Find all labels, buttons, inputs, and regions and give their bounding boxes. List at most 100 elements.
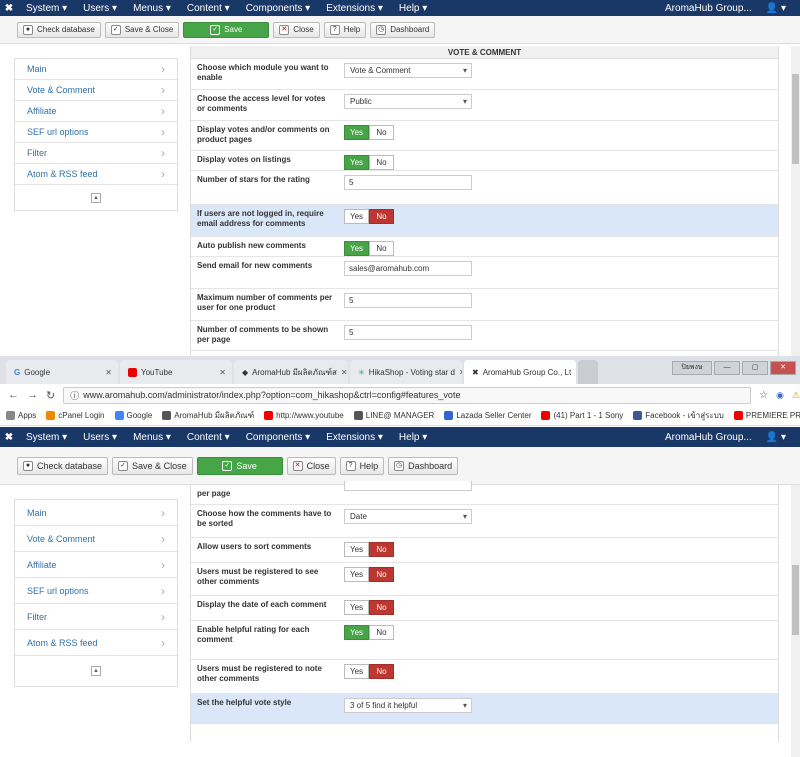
cut-off-input[interactable] bbox=[344, 481, 472, 491]
menu-help[interactable]: Help ▾ bbox=[391, 3, 435, 14]
no-option[interactable]: No bbox=[369, 664, 394, 679]
setting-input[interactable]: sales@aromahub.com bbox=[344, 261, 472, 276]
save-button[interactable]: ✓ Save bbox=[196, 456, 283, 475]
browser-tab-google[interactable]: G Google ✕ bbox=[6, 360, 118, 384]
setting-select[interactable]: Vote & Comment bbox=[344, 63, 472, 78]
no-option[interactable]: No bbox=[369, 125, 394, 140]
yes-option[interactable]: Yes bbox=[344, 155, 369, 170]
sidebar-item-sef-url-options[interactable]: SEF url options bbox=[15, 578, 177, 604]
bookmark-item[interactable]: Lazada Seller Center bbox=[444, 411, 531, 420]
sidebar-item-main[interactable]: Main bbox=[15, 500, 177, 526]
bookmark-item[interactable]: Apps bbox=[6, 411, 36, 420]
bookmark-item[interactable]: Facebook - เข้าสู่ระบบ bbox=[633, 409, 724, 422]
bookmark-item[interactable]: LINE@ MANAGER bbox=[353, 411, 434, 420]
no-option[interactable]: No bbox=[369, 600, 394, 615]
no-option[interactable]: No bbox=[369, 542, 394, 557]
menu-system[interactable]: System ▾ bbox=[18, 432, 75, 443]
menu-help[interactable]: Help ▾ bbox=[391, 432, 435, 443]
sidebar-item-filter[interactable]: Filter bbox=[15, 604, 177, 630]
sidebar-item-sef-url-options[interactable]: SEF url options bbox=[15, 122, 177, 143]
check-database-button[interactable]: ● Check database bbox=[17, 456, 109, 475]
reload-icon[interactable]: ↻ bbox=[46, 389, 55, 402]
menu-content[interactable]: Content ▾ bbox=[179, 432, 238, 443]
menu-content[interactable]: Content ▾ bbox=[179, 3, 238, 14]
setting-input[interactable]: 5 bbox=[344, 293, 472, 308]
bookmark-item[interactable]: Google bbox=[114, 411, 152, 420]
close-tab-icon[interactable]: ✕ bbox=[219, 368, 232, 377]
collapse-up-icon[interactable]: ▲ bbox=[91, 192, 101, 203]
menu-system[interactable]: System ▾ bbox=[18, 3, 75, 14]
sidebar-item-vote-comment[interactable]: Vote & Comment bbox=[15, 80, 177, 101]
no-option[interactable]: No bbox=[369, 209, 394, 224]
close-tab-icon[interactable]: ✕ bbox=[459, 368, 462, 377]
window-close-icon[interactable]: ✕ bbox=[770, 361, 796, 375]
help-button[interactable]: ? Help bbox=[339, 456, 385, 475]
back-icon[interactable]: ← bbox=[8, 389, 19, 401]
new-tab-button[interactable] bbox=[578, 360, 598, 384]
setting-select[interactable]: 3 of 5 find it helpful bbox=[344, 698, 472, 713]
setting-input[interactable]: 5 bbox=[344, 325, 472, 340]
joomla-logo-icon[interactable]: ✖ bbox=[0, 432, 18, 443]
menu-users[interactable]: Users ▾ bbox=[75, 432, 125, 443]
sidebar-collapse[interactable]: ▲ bbox=[15, 656, 177, 686]
menu-menus[interactable]: Menus ▾ bbox=[125, 432, 179, 443]
menu-extensions[interactable]: Extensions ▾ bbox=[318, 3, 391, 14]
browser-tab-youtube[interactable]: YouTube ✕ bbox=[120, 360, 232, 384]
address-bar[interactable]: ⓘ www.aromahub.com/administrator/index.ph… bbox=[63, 386, 752, 404]
sidebar-item-affiliate[interactable]: Affiliate bbox=[15, 552, 177, 578]
help-button[interactable]: ? Help bbox=[323, 21, 367, 38]
browser-tab-aromahub-admin[interactable]: ✖AromaHub Group Co., Lt✕ bbox=[464, 360, 576, 384]
star-icon[interactable]: ☆ bbox=[759, 390, 768, 401]
dashboard-button[interactable]: ◷ Dashboard bbox=[370, 21, 436, 38]
yes-option[interactable]: Yes bbox=[344, 125, 369, 140]
bottom-scroll-thumb[interactable] bbox=[792, 565, 799, 635]
browser-tab-aromahub[interactable]: ◆ AromaHub มีผลิตภัณฑ์ส ✕ bbox=[234, 360, 348, 384]
window-user-badge[interactable]: ปิยพงษ bbox=[672, 361, 712, 375]
info-icon[interactable]: ⓘ bbox=[70, 389, 79, 402]
user-menu-icon[interactable]: 👤 ▾ bbox=[766, 432, 786, 443]
check-database-button[interactable]: ● Check database bbox=[17, 21, 101, 38]
yes-option[interactable]: Yes bbox=[344, 625, 369, 640]
no-option[interactable]: No bbox=[369, 155, 394, 170]
setting-select[interactable]: Public bbox=[344, 94, 472, 109]
site-link[interactable]: AromaHub Group... bbox=[665, 3, 752, 14]
yes-option[interactable]: Yes bbox=[344, 241, 369, 256]
joomla-logo-icon[interactable]: ✖ bbox=[0, 3, 18, 14]
save-button[interactable]: ✓ Save bbox=[183, 21, 270, 38]
bookmark-item[interactable]: (41) Part 1 - 1 Sony bbox=[541, 411, 623, 420]
site-link[interactable]: AromaHub Group... bbox=[665, 432, 752, 443]
sidebar-item-atom-rss-feed[interactable]: Atom & RSS feed bbox=[15, 164, 177, 185]
forward-icon[interactable]: → bbox=[27, 389, 38, 401]
top-scroll-thumb[interactable] bbox=[792, 74, 799, 164]
extension-icon[interactable]: ◉ bbox=[776, 390, 784, 401]
no-option[interactable]: No bbox=[369, 567, 394, 582]
menu-users[interactable]: Users ▾ bbox=[75, 3, 125, 14]
bottom-scrollbar[interactable] bbox=[791, 485, 800, 757]
yes-option[interactable]: Yes bbox=[344, 600, 369, 615]
sidebar-item-affiliate[interactable]: Affiliate bbox=[15, 101, 177, 122]
bookmark-item[interactable]: cPanel Login bbox=[46, 411, 105, 420]
close-tab-icon[interactable]: ✕ bbox=[575, 368, 576, 377]
no-option[interactable]: No bbox=[369, 241, 394, 256]
close-tab-icon[interactable]: ✕ bbox=[105, 368, 118, 377]
maximize-icon[interactable]: ▢ bbox=[742, 361, 768, 375]
sidebar-item-filter[interactable]: Filter bbox=[15, 143, 177, 164]
top-scrollbar[interactable] bbox=[791, 46, 800, 356]
menu-menus[interactable]: Menus ▾ bbox=[125, 3, 179, 14]
menu-components[interactable]: Components ▾ bbox=[238, 3, 319, 14]
setting-input[interactable]: 5 bbox=[344, 175, 472, 190]
setting-select[interactable]: Date bbox=[344, 509, 472, 524]
alert-icon[interactable]: ⚠ bbox=[792, 390, 800, 401]
close-button[interactable]: ✕ Close bbox=[286, 456, 336, 475]
bookmark-item[interactable]: http://www.youtube bbox=[264, 411, 344, 420]
bookmark-item[interactable]: PREMIERE PRO TUTO bbox=[733, 411, 800, 420]
no-option[interactable]: No bbox=[369, 625, 394, 640]
sidebar-item-atom-rss-feed[interactable]: Atom & RSS feed bbox=[15, 630, 177, 656]
yes-option[interactable]: Yes bbox=[344, 567, 369, 582]
collapse-up-icon[interactable]: ▲ bbox=[91, 666, 101, 676]
save-close-button[interactable]: ✓ Save & Close bbox=[104, 21, 180, 38]
user-menu-icon[interactable]: 👤 ▾ bbox=[766, 3, 786, 14]
sidebar-collapse[interactable]: ▲ bbox=[15, 185, 177, 210]
close-tab-icon[interactable]: ✕ bbox=[341, 368, 348, 377]
menu-components[interactable]: Components ▾ bbox=[238, 432, 319, 443]
